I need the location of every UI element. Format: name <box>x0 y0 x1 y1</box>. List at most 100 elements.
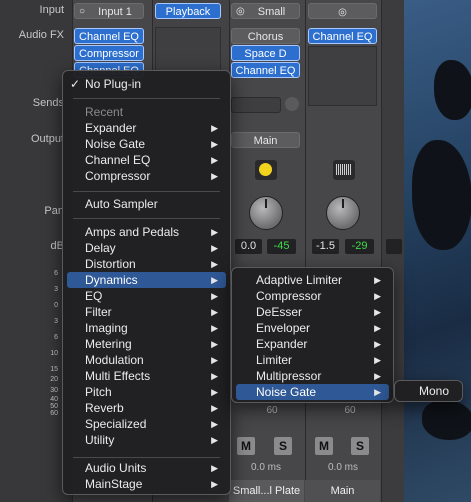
menu-item-utility[interactable]: Utility ▶ <box>67 432 226 448</box>
submenu-arrow-icon: ▶ <box>211 307 218 317</box>
dynamics-item-adaptive-limiter[interactable]: Adaptive Limiter ▶ <box>236 272 389 288</box>
menu-item-label: Dynamics <box>85 273 138 287</box>
menu-separator <box>73 457 220 458</box>
input-slot-1-label: Input 1 <box>98 6 132 18</box>
menu-item-label: No Plug-in <box>85 77 142 91</box>
menu-item-reverb[interactable]: Reverb ▶ <box>67 400 226 416</box>
plugin-waveform-icon[interactable] <box>333 160 355 180</box>
menu-item-mainstage[interactable]: MainStage ▶ <box>67 476 226 492</box>
plugin-meter-icon[interactable] <box>255 160 277 180</box>
submenu-arrow-icon: ▶ <box>374 387 381 397</box>
menu-item-label: Pitch <box>85 385 112 399</box>
input-slot-2[interactable]: Playback <box>155 3 221 19</box>
dynamics-item-noise-gate[interactable]: Noise Gate ▶ <box>236 384 389 400</box>
volume-value-3[interactable]: 0.0 <box>235 239 262 254</box>
menu-item-pitch[interactable]: Pitch ▶ <box>67 384 226 400</box>
menu-item-metering[interactable]: Metering ▶ <box>67 336 226 352</box>
submenu-arrow-icon: ▶ <box>211 419 218 429</box>
mute-button-4[interactable]: M <box>315 437 333 455</box>
fx-slot-3-2[interactable]: Space D <box>231 45 300 61</box>
submenu-arrow-icon: ▶ <box>211 139 218 149</box>
submenu-arrow-icon: ▶ <box>211 403 218 413</box>
menu-item-auto-sampler[interactable]: Auto Sampler <box>67 196 226 212</box>
menu-item-label: EQ <box>85 289 103 303</box>
menu-item-filter[interactable]: Filter ▶ <box>67 304 226 320</box>
solo-button-4[interactable]: S <box>351 437 369 455</box>
menu-item-recent-expander[interactable]: Expander ▶ <box>67 120 226 136</box>
menu-item-label: Expander <box>85 121 137 135</box>
send-slot-3[interactable] <box>231 97 281 113</box>
menu-item-amps-and-pedals[interactable]: Amps and Pedals ▶ <box>67 224 226 240</box>
fx-area-4[interactable] <box>308 46 377 106</box>
submenu-arrow-icon: ▶ <box>211 275 218 285</box>
fx-slot-4-1[interactable]: Channel EQ <box>308 28 377 44</box>
submenu-arrow-icon: ▶ <box>211 387 218 397</box>
dynamics-item-limiter[interactable]: Limiter ▶ <box>236 352 389 368</box>
menu-separator <box>73 98 220 99</box>
menu-item-distortion[interactable]: Distortion ▶ <box>67 256 226 272</box>
wallpaper-rock <box>412 140 471 250</box>
menu-item-mono[interactable]: Mono <box>397 383 460 399</box>
menu-item-dynamics[interactable]: Dynamics ▶ <box>67 272 226 288</box>
fx-slot-3-3[interactable]: Channel EQ <box>231 62 300 78</box>
menu-item-eq[interactable]: EQ ▶ <box>67 288 226 304</box>
submenu-arrow-icon: ▶ <box>374 307 381 317</box>
menu-item-multi-effects[interactable]: Multi Effects ▶ <box>67 368 226 384</box>
menu-item-label: Expander <box>256 337 308 351</box>
input-slot-1[interactable]: ○ Input 1 <box>74 3 144 19</box>
menu-item-recent-channel-eq[interactable]: Channel EQ ▶ <box>67 152 226 168</box>
peak-value-3: -45 <box>267 239 296 254</box>
menu-item-no-plugin[interactable]: ✓ No Plug-in <box>67 76 226 92</box>
mute-button-3[interactable]: M <box>237 437 255 455</box>
menu-item-label: Amps and Pedals <box>85 225 180 239</box>
dynamics-item-multipressor[interactable]: Multipressor ▶ <box>236 368 389 384</box>
meter-scale-label: 3 <box>54 286 58 293</box>
volume-value-5[interactable] <box>386 239 402 254</box>
submenu-arrow-icon: ▶ <box>211 171 218 181</box>
menu-item-audio-units[interactable]: Audio Units ▶ <box>67 460 226 476</box>
dynamics-submenu: Adaptive Limiter ▶ Compressor ▶ DeEsser ▶ Enve… <box>231 267 394 403</box>
menu-item-recent-compressor[interactable]: Compressor ▶ <box>67 168 226 184</box>
input-slot-3[interactable]: ◎ Small <box>231 3 300 19</box>
meter-scale-label: 6 <box>54 270 58 277</box>
send-level-knob[interactable] <box>285 97 299 111</box>
channel-name-4[interactable]: Main <box>305 480 380 502</box>
submenu-arrow-icon: ▶ <box>374 371 381 381</box>
menu-item-label: Enveloper <box>256 321 311 335</box>
solo-button-3[interactable]: S <box>274 437 292 455</box>
menu-item-recent-noise-gate[interactable]: Noise Gate ▶ <box>67 136 226 152</box>
dynamics-item-compressor[interactable]: Compressor ▶ <box>236 288 389 304</box>
output-slot-3[interactable]: Main <box>231 132 300 148</box>
menu-item-label: Specialized <box>85 417 147 431</box>
menu-item-label: Modulation <box>85 353 144 367</box>
meter-scale-label: 20 <box>50 376 58 383</box>
checkmark-icon: ✓ <box>70 77 81 91</box>
menu-item-label: Utility <box>85 433 115 447</box>
fx-slot-1-2[interactable]: Compressor <box>74 45 144 61</box>
menu-item-label: Noise Gate <box>85 137 146 151</box>
sends-row-label: Sends <box>32 97 64 109</box>
fx-slot-1-1[interactable]: Channel EQ <box>74 28 144 44</box>
channel-name-3[interactable]: Small...l Plate <box>229 480 304 502</box>
menu-item-specialized[interactable]: Specialized ▶ <box>67 416 226 432</box>
pan-knob-4[interactable] <box>326 196 360 230</box>
volume-value-4[interactable]: -1.5 <box>312 239 339 254</box>
plugin-menu: ✓ No Plug-in Recent Expander ▶ Noise Gate ▶… <box>62 70 231 495</box>
dynamics-item-deesser[interactable]: DeEsser ▶ <box>236 304 389 320</box>
dynamics-item-expander[interactable]: Expander ▶ <box>236 336 389 352</box>
meter-scale-label: 6 <box>54 334 58 341</box>
menu-item-modulation[interactable]: Modulation ▶ <box>67 352 226 368</box>
wallpaper-rock <box>434 60 471 120</box>
submenu-arrow-icon: ▶ <box>211 479 218 489</box>
submenu-arrow-icon: ▶ <box>374 355 381 365</box>
menu-item-imaging[interactable]: Imaging ▶ <box>67 320 226 336</box>
menu-item-delay[interactable]: Delay ▶ <box>67 240 226 256</box>
input-slot-4[interactable]: ◎ <box>308 3 377 19</box>
dynamics-item-enveloper[interactable]: Enveloper ▶ <box>236 320 389 336</box>
menu-item-label: Distortion <box>85 257 136 271</box>
fx-slot-3-1[interactable]: Chorus <box>231 28 300 44</box>
submenu-arrow-icon: ▶ <box>211 259 218 269</box>
pan-knob-3[interactable] <box>249 196 283 230</box>
meter-scale-label: 10 <box>50 350 58 357</box>
desktop-wallpaper <box>404 0 471 502</box>
